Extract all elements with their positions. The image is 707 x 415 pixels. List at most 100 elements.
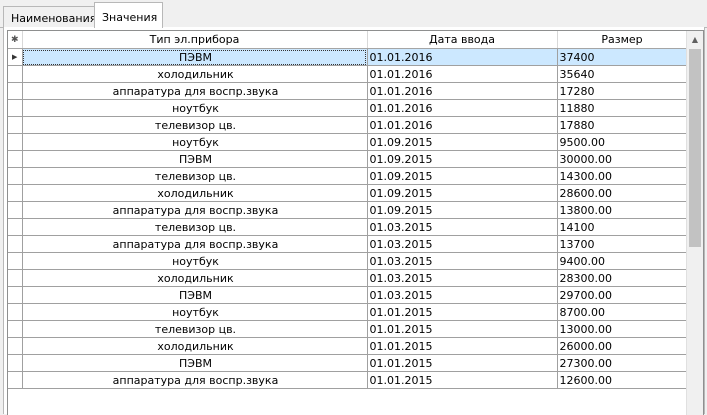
cell-type[interactable]: ноутбук [22, 99, 368, 117]
scroll-up-icon[interactable]: ▲ [687, 31, 703, 48]
table-row[interactable]: ПЭВМ 01.03.2015 29700.00 [8, 286, 688, 304]
cell-type[interactable]: ПЭВМ [22, 354, 368, 372]
cell-type[interactable]: аппаратура для воспр.звука [22, 82, 368, 100]
cell-type[interactable]: холодильник [22, 184, 368, 202]
cell-size[interactable]: 11880 [557, 99, 688, 117]
cell-type[interactable]: ноутбук [22, 303, 368, 321]
cell-type[interactable]: холодильник [22, 269, 368, 287]
table-row[interactable]: аппаратура для воспр.звука 01.01.2015 1260… [8, 371, 688, 389]
row-header-cell[interactable] [8, 269, 23, 287]
table-row[interactable]: телевизор цв. 01.01.2015 13000.00 [8, 320, 688, 338]
cell-date[interactable]: 01.01.2016 [367, 65, 558, 83]
table-row[interactable]: ноутбук 01.01.2016 11880 [8, 99, 688, 117]
cell-type[interactable]: аппаратура для воспр.звука [22, 371, 368, 389]
cell-type[interactable]: телевизор цв. [22, 167, 368, 185]
table-row[interactable]: аппаратура для воспр.звука 01.09.2015 1380… [8, 201, 688, 219]
table-row[interactable]: ПЭВМ 01.01.2015 27300.00 [8, 354, 688, 372]
cell-date[interactable]: 01.01.2015 [367, 337, 558, 355]
cell-size[interactable]: 17880 [557, 116, 688, 134]
table-row[interactable]: холодильник 01.09.2015 28600.00 [8, 184, 688, 202]
cell-type[interactable]: телевизор цв. [22, 116, 368, 134]
cell-date[interactable]: 01.01.2015 [367, 303, 558, 321]
cell-date[interactable]: 01.09.2015 [367, 150, 558, 168]
row-header-cell[interactable] [8, 167, 23, 185]
column-header-type[interactable]: Тип эл.прибора [22, 31, 368, 49]
cell-type[interactable]: аппаратура для воспр.звука [22, 235, 368, 253]
row-header-cell[interactable] [8, 354, 23, 372]
tab-names[interactable]: Наименования [3, 6, 96, 27]
row-header-cell[interactable] [8, 99, 23, 117]
cell-size[interactable]: 8700.00 [557, 303, 688, 321]
cell-size[interactable]: 26000.00 [557, 337, 688, 355]
table-row[interactable]: телевизор цв. 01.01.2016 17880 [8, 116, 688, 134]
row-header-cell[interactable] [8, 235, 23, 253]
cell-type[interactable]: аппаратура для воспр.звука [22, 201, 368, 219]
cell-type[interactable]: ПЭВМ [22, 48, 368, 66]
column-header-size[interactable]: Размер [557, 31, 688, 49]
cell-size[interactable]: 9400.00 [557, 252, 688, 270]
cell-size[interactable]: 30000.00 [557, 150, 688, 168]
row-header-cell[interactable] [8, 133, 23, 151]
cell-type[interactable]: ноутбук [22, 133, 368, 151]
cell-size[interactable]: 9500.00 [557, 133, 688, 151]
cell-date[interactable]: 01.01.2015 [367, 371, 558, 389]
cell-size[interactable]: 28300.00 [557, 269, 688, 287]
tab-values[interactable]: Значения [94, 2, 163, 28]
table-row[interactable]: холодильник 01.01.2016 35640 [8, 65, 688, 83]
row-header-cell[interactable] [8, 252, 23, 270]
column-header-date[interactable]: Дата ввода [367, 31, 558, 49]
cell-date[interactable]: 01.03.2015 [367, 286, 558, 304]
cell-date[interactable]: 01.01.2015 [367, 354, 558, 372]
cell-size[interactable]: 13000.00 [557, 320, 688, 338]
cell-date[interactable]: 01.09.2015 [367, 167, 558, 185]
row-header-cell[interactable] [8, 320, 23, 338]
cell-size[interactable]: 28600.00 [557, 184, 688, 202]
row-header-cell[interactable] [8, 218, 23, 236]
row-header-cell[interactable] [8, 201, 23, 219]
row-header-cell[interactable] [8, 65, 23, 83]
cell-date[interactable]: 01.01.2016 [367, 116, 558, 134]
cell-size[interactable]: 37400 [557, 48, 688, 66]
row-indicator-icon[interactable]: ▶ [8, 48, 23, 66]
table-row[interactable]: телевизор цв. 01.03.2015 14100 [8, 218, 688, 236]
asterisk-icon[interactable]: ✱ [8, 31, 23, 49]
cell-date[interactable]: 01.01.2016 [367, 99, 558, 117]
row-header-cell[interactable] [8, 150, 23, 168]
cell-size[interactable]: 12600.00 [557, 371, 688, 389]
row-header-cell[interactable] [8, 82, 23, 100]
cell-size[interactable]: 14300.00 [557, 167, 688, 185]
cell-type[interactable]: телевизор цв. [22, 320, 368, 338]
cell-size[interactable]: 35640 [557, 65, 688, 83]
cell-type[interactable]: холодильник [22, 65, 368, 83]
row-header-cell[interactable] [8, 371, 23, 389]
cell-date[interactable]: 01.03.2015 [367, 269, 558, 287]
cell-type[interactable]: телевизор цв. [22, 218, 368, 236]
table-row[interactable]: ноутбук 01.01.2015 8700.00 [8, 303, 688, 321]
cell-size[interactable]: 13700 [557, 235, 688, 253]
cell-type[interactable]: ПЭВМ [22, 286, 368, 304]
cell-size[interactable]: 29700.00 [557, 286, 688, 304]
cell-date[interactable]: 01.09.2015 [367, 201, 558, 219]
cell-size[interactable]: 13800.00 [557, 201, 688, 219]
cell-size[interactable]: 14100 [557, 218, 688, 236]
cell-date[interactable]: 01.03.2015 [367, 235, 558, 253]
table-row[interactable]: аппаратура для воспр.звука 01.03.2015 1370… [8, 235, 688, 253]
table-row[interactable]: ноутбук 01.03.2015 9400.00 [8, 252, 688, 270]
cell-date[interactable]: 01.03.2015 [367, 218, 558, 236]
cell-type[interactable]: холодильник [22, 337, 368, 355]
vertical-scrollbar[interactable]: ▲ [686, 31, 703, 415]
row-header-cell[interactable] [8, 337, 23, 355]
table-row[interactable]: ноутбук 01.09.2015 9500.00 [8, 133, 688, 151]
row-header-cell[interactable] [8, 184, 23, 202]
cell-date[interactable]: 01.01.2015 [367, 320, 558, 338]
row-header-cell[interactable] [8, 286, 23, 304]
table-row[interactable]: ПЭВМ 01.09.2015 30000.00 [8, 150, 688, 168]
cell-type[interactable]: ПЭВМ [22, 150, 368, 168]
table-row[interactable]: холодильник 01.03.2015 28300.00 [8, 269, 688, 287]
cell-date[interactable]: 01.09.2015 [367, 184, 558, 202]
cell-date[interactable]: 01.03.2015 [367, 252, 558, 270]
cell-size[interactable]: 17280 [557, 82, 688, 100]
values-grid[interactable]: ✱ Тип эл.прибора Дата ввода Размер ▶ ПЭВМ… [7, 30, 704, 415]
cell-date[interactable]: 01.01.2016 [367, 82, 558, 100]
scrollbar-thumb[interactable] [689, 49, 701, 247]
